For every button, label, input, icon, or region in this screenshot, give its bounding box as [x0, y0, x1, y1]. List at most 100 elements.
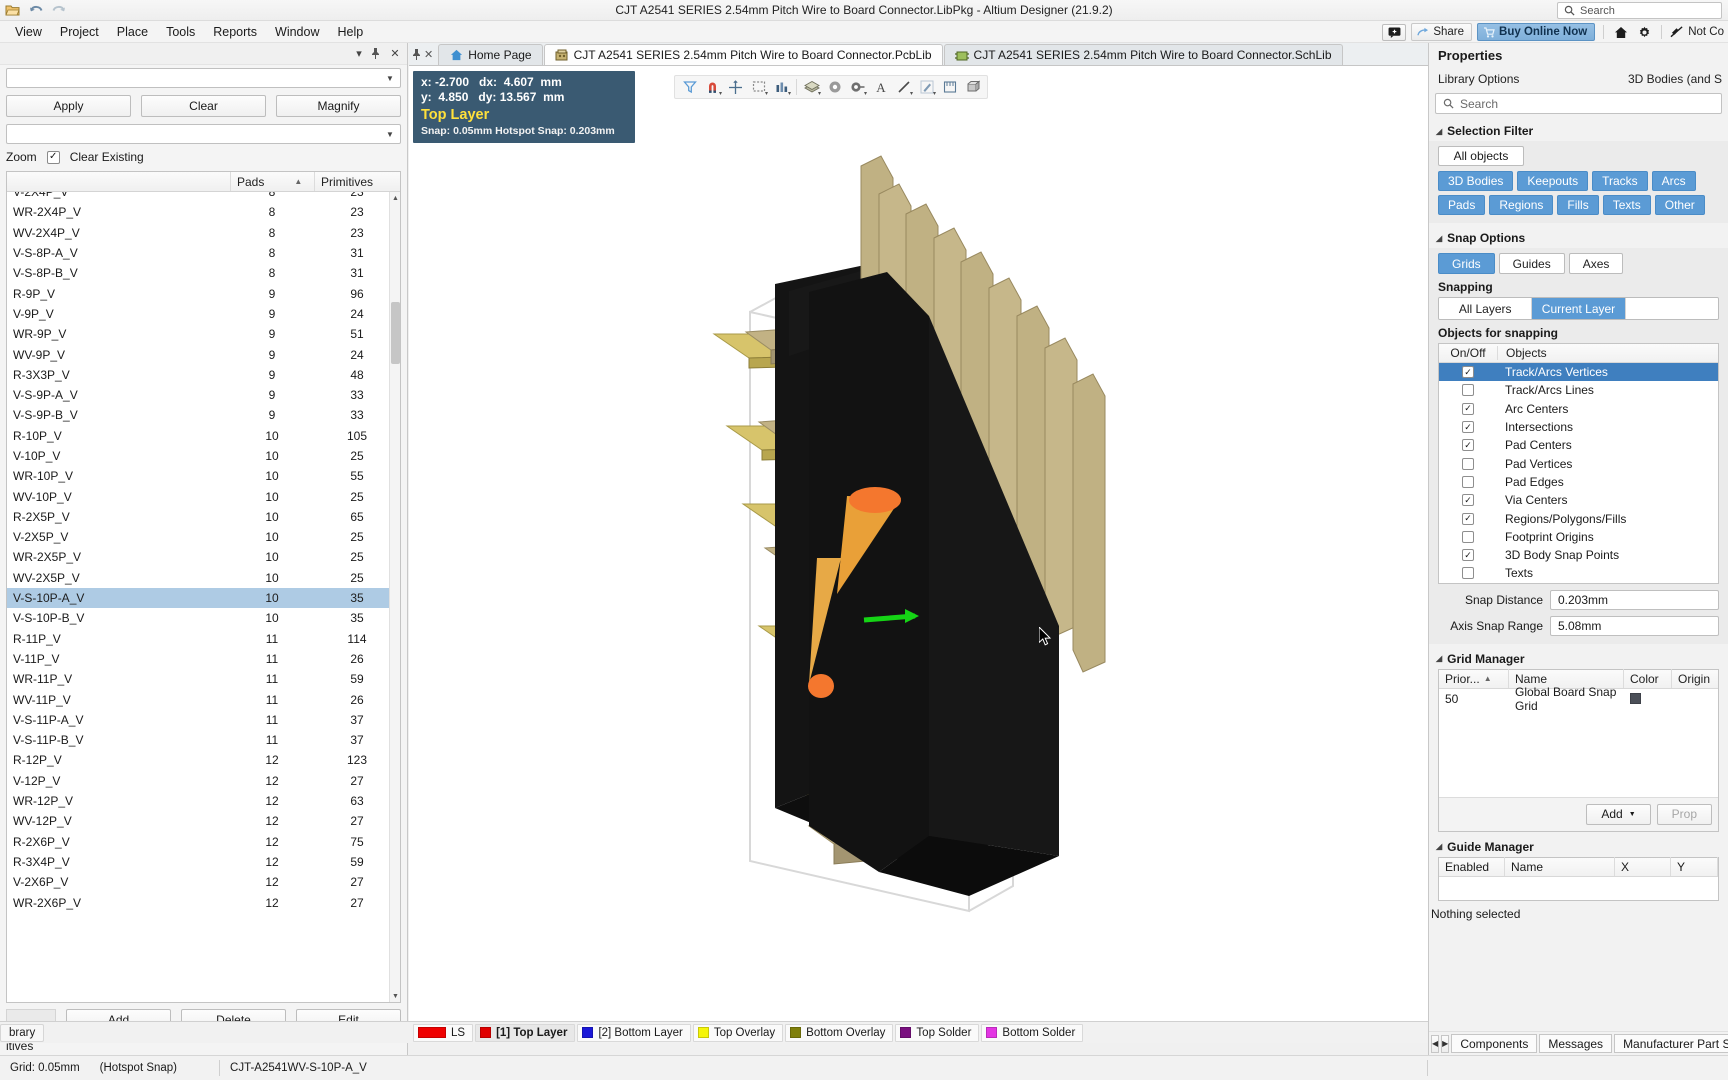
guide-col-y[interactable]: Y — [1671, 857, 1718, 877]
menu-window[interactable]: Window — [266, 23, 328, 41]
snap-object-row[interactable]: ✓ 3D Body Snap Points — [1439, 546, 1718, 564]
snap-object-row[interactable]: ✓ Intersections — [1439, 418, 1718, 436]
3d-body-icon[interactable] — [962, 77, 983, 97]
column-header-name[interactable] — [7, 172, 230, 191]
properties-search-input[interactable]: Search — [1435, 93, 1722, 114]
menu-project[interactable]: Project — [51, 23, 108, 41]
panel-tab-manufacturer-part-search[interactable]: Manufacturer Part Sea — [1614, 1034, 1728, 1053]
feedback-button[interactable] — [1382, 23, 1407, 41]
grid-col-color[interactable]: Color — [1624, 669, 1672, 689]
guide-manager-header[interactable]: ◢ Guide Manager — [1429, 836, 1728, 857]
table-row[interactable]: WR-12P_V 12 63 — [7, 791, 400, 811]
via-icon[interactable]: ▾ — [847, 77, 868, 97]
table-row[interactable]: R-10P_V 10 105 — [7, 426, 400, 446]
layer-tab-ls[interactable]: LS — [413, 1023, 474, 1042]
layer-tab-top-overlay[interactable]: Top Overlay — [692, 1023, 784, 1042]
filter-chip-pads[interactable]: Pads — [1438, 195, 1486, 215]
table-row[interactable]: V-11P_V 11 26 — [7, 649, 400, 669]
home-icon[interactable] — [1612, 23, 1630, 41]
tab-schlib[interactable]: CJT A2541 SERIES 2.54mm Pitch Wire to Bo… — [943, 44, 1343, 65]
table-row[interactable]: R-12P_V 12 123 — [7, 750, 400, 770]
tab-scroll-left-button[interactable]: ◀ — [1431, 1034, 1440, 1053]
footprints-table-body[interactable]: V-2X4P_V 8 23 WR-2X4P_V 8 23 WV-2X4P_V 8 23 V-S-8… — [7, 192, 400, 1002]
axis-snap-range-input[interactable]: 5.08mm — [1550, 615, 1719, 636]
table-row[interactable]: V-12P_V 12 27 — [7, 771, 400, 791]
pin-icon[interactable] — [371, 48, 383, 59]
table-row[interactable]: V-S-10P-A_V 10 35 — [7, 587, 400, 609]
apply-button[interactable]: Apply — [6, 95, 131, 117]
menu-place[interactable]: Place — [108, 23, 157, 41]
filter-chip-keepouts[interactable]: Keepouts — [1517, 171, 1589, 191]
gear-icon[interactable] — [1635, 23, 1653, 41]
clear-existing-checkbox[interactable]: ✓ — [46, 150, 60, 164]
filter-icon[interactable] — [679, 77, 700, 97]
snap-object-row[interactable]: ✓ Texts — [1439, 564, 1718, 582]
layer-tab-bottom-overlay[interactable]: Bottom Overlay — [785, 1023, 894, 1042]
magnet-icon[interactable]: ▾ — [702, 77, 723, 97]
layer-tab-1-top-layer[interactable]: [1] Top Layer — [475, 1023, 576, 1042]
snap-object-checkbox-cell[interactable]: ✓ — [1439, 494, 1497, 507]
grid-col-priority[interactable]: Prior... ▲ — [1439, 669, 1509, 689]
table-row[interactable]: WV-2X5P_V 10 25 — [7, 568, 400, 588]
grid-properties-button[interactable]: Prop — [1656, 803, 1712, 825]
close-icon[interactable]: ✕ — [424, 48, 433, 61]
snap-object-checkbox[interactable]: ✓ — [1462, 530, 1474, 543]
magnify-button[interactable]: Magnify — [276, 95, 401, 117]
scroll-up-icon[interactable]: ▲ — [390, 192, 401, 204]
filter-chip-texts[interactable]: Texts — [1602, 195, 1651, 215]
circle-pad-icon[interactable] — [824, 77, 845, 97]
menu-help[interactable]: Help — [329, 23, 373, 41]
table-row[interactable]: R-3X4P_V 12 59 — [7, 852, 400, 872]
snap-object-checkbox[interactable]: ✓ — [1462, 421, 1474, 434]
tab-pcblib[interactable]: CJT A2541 SERIES 2.54mm Pitch Wire to Bo… — [543, 44, 943, 65]
table-row[interactable]: V-2X4P_V 8 23 — [7, 192, 400, 202]
snap-object-checkbox-cell[interactable]: ✓ — [1439, 366, 1497, 379]
buy-online-button[interactable]: Buy Online Now — [1477, 23, 1596, 41]
filter-chip-regions[interactable]: Regions — [1489, 195, 1554, 215]
table-row[interactable]: WR-2X6P_V 12 27 — [7, 892, 400, 912]
guide-col-name[interactable]: Name — [1505, 857, 1615, 877]
snap-object-row[interactable]: ✓ Pad Edges — [1439, 473, 1718, 491]
snap-object-checkbox-cell[interactable]: ✓ — [1439, 475, 1497, 488]
snapping-layer-empty[interactable] — [1625, 298, 1718, 319]
table-row[interactable]: WV-9P_V 9 24 — [7, 344, 400, 364]
table-row[interactable]: WV-10P_V 10 25 — [7, 486, 400, 506]
snap-object-checkbox-cell[interactable]: ✓ — [1439, 421, 1497, 434]
pin-icon[interactable] — [412, 49, 421, 60]
chevron-down-icon[interactable]: ▾ — [353, 47, 365, 60]
table-row[interactable]: V-10P_V 10 25 — [7, 446, 400, 466]
table-row[interactable]: V-2X5P_V 10 25 — [7, 527, 400, 547]
layer-tab-bottom-solder[interactable]: Bottom Solder — [981, 1023, 1084, 1042]
table-row[interactable]: WR-2X5P_V 10 25 — [7, 547, 400, 567]
mask-filter-combo[interactable]: ▼ — [6, 68, 401, 88]
share-button[interactable]: Share — [1411, 23, 1473, 41]
snap-distance-input[interactable]: 0.203mm — [1550, 589, 1719, 610]
guide-col-enabled[interactable]: Enabled — [1439, 857, 1505, 877]
table-row[interactable]: V-2X6P_V 12 27 — [7, 872, 400, 892]
snap-object-checkbox[interactable]: ✓ — [1462, 402, 1474, 415]
snap-object-checkbox[interactable]: ✓ — [1462, 512, 1474, 525]
grid-manager-rows[interactable]: 50 Global Board Snap Grid — [1439, 685, 1718, 797]
table-row[interactable]: V-S-8P-B_V 8 31 — [7, 263, 400, 283]
clear-button[interactable]: Clear — [141, 95, 266, 117]
snap-object-checkbox-cell[interactable]: ✓ — [1439, 549, 1497, 562]
table-row[interactable]: WR-2X4P_V 8 23 — [7, 202, 400, 222]
guide-col-x[interactable]: X — [1615, 857, 1671, 877]
filter-chip-other[interactable]: Other — [1654, 195, 1705, 215]
scrollbar-thumb[interactable] — [391, 302, 400, 364]
table-row[interactable]: WR-9P_V 9 51 — [7, 324, 400, 344]
snap-mode-grids[interactable]: Grids — [1438, 253, 1495, 274]
grid-color-swatch[interactable] — [1630, 693, 1641, 705]
filter-chip-3d-bodies[interactable]: 3D Bodies — [1438, 171, 1514, 191]
snap-object-row[interactable]: ✓ Track/Arcs Lines — [1439, 381, 1718, 399]
snap-object-checkbox-cell[interactable]: ✓ — [1439, 384, 1497, 397]
snap-object-checkbox-cell[interactable]: ✓ — [1439, 567, 1497, 580]
select-area-icon[interactable]: ▾ — [748, 77, 769, 97]
snap-mode-axes[interactable]: Axes — [1568, 253, 1624, 274]
library-chip[interactable]: brary — [0, 1023, 45, 1042]
table-row[interactable]: WV-12P_V 12 27 — [7, 811, 400, 831]
table-row[interactable]: R-2X6P_V 12 75 — [7, 832, 400, 852]
pencil-icon[interactable]: ▾ — [916, 77, 937, 97]
grid-row[interactable]: 50 Global Board Snap Grid — [1439, 685, 1718, 713]
snap-objects-body[interactable]: ✓ Track/Arcs Vertices ✓ Track/Arcs Lines ✓ Ar… — [1439, 363, 1718, 583]
